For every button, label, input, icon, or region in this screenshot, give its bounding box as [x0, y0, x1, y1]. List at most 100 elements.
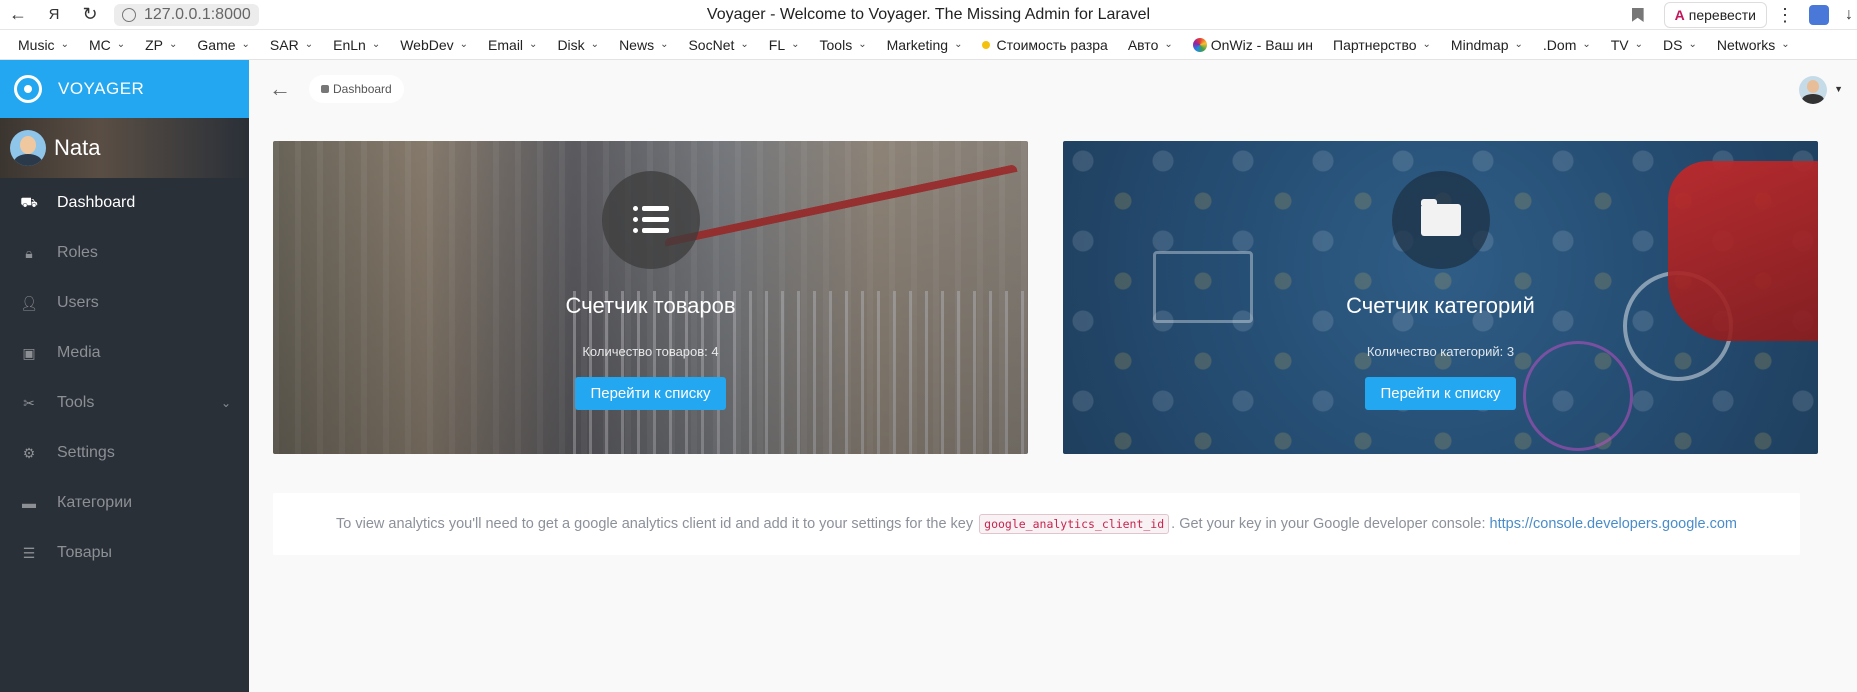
bookmark-label: TV — [1610, 36, 1629, 53]
sidebar-toggle-icon[interactable]: ← — [269, 76, 291, 102]
bookmark-label: Game — [197, 36, 236, 53]
widget-icon-circle — [601, 171, 700, 269]
sidebar-item-settings[interactable]: ⚙ Settings — [0, 428, 249, 478]
dashboard-icon — [321, 85, 329, 93]
bookmark-label: Авто — [1127, 36, 1159, 53]
list-icon: ☰ — [22, 544, 36, 561]
bookmark-label: OnWiz - Ваш ин — [1210, 36, 1313, 53]
chevron-down-icon: ⌄ — [1582, 39, 1591, 50]
analytics-key: google_analytics_client_id — [979, 514, 1170, 534]
chevron-down-icon: ⌄ — [1688, 39, 1697, 50]
chevron-down-icon: ⌄ — [304, 39, 314, 50]
bookmark-item[interactable]: SocNet ⌄ — [688, 37, 748, 53]
bookmark-item[interactable]: Music ⌄ — [18, 37, 69, 53]
chevron-down-icon: ⌄ — [858, 39, 867, 50]
breadcrumb-label: Dashboard — [333, 82, 392, 96]
bookmark-item[interactable]: Game ⌄ — [197, 37, 250, 53]
translate-label: перевести — [1688, 7, 1756, 23]
sidebar-item-label: Roles — [57, 244, 98, 261]
page-title: Voyager - Welcome to Voyager. The Missin… — [706, 6, 1151, 23]
sidebar-item-label: Товары — [57, 544, 113, 561]
bookmark-item[interactable]: Disk ⌄ — [557, 37, 599, 53]
bookmark-item[interactable]: EnLn ⌄ — [333, 37, 380, 53]
sidebar-item-roles[interactable]: 🔒︎ Roles — [0, 228, 249, 278]
browser-toolbar: ← Я ↻ 127.0.0.1:8000 Voyager - Welcome t… — [0, 0, 1857, 30]
bookmark-item[interactable]: Marketing ⌄ — [887, 37, 963, 53]
chevron-down-icon: ⌄ — [529, 39, 538, 50]
widget-title: Счетчик категорий — [1346, 293, 1535, 318]
bookmark-item[interactable]: Tools ⌄ — [820, 37, 867, 53]
bookmark-item[interactable]: FL ⌄ — [769, 37, 800, 53]
bookmarks-bar: Music ⌄ MC ⌄ ZP ⌄ Game ⌄ SAR ⌄ EnLn ⌄ WebDev ⌄ Email ⌄ D… — [0, 30, 1857, 60]
image-icon: ▣ — [22, 344, 36, 361]
chevron-down-icon: ⌄ — [791, 39, 800, 50]
folder-icon: ▬ — [22, 495, 36, 511]
products-widget: Счетчик товаров Количество товаров: 4 Пе… — [273, 141, 1028, 454]
translate-icon: A — [1674, 7, 1685, 23]
products-list-button[interactable]: Перейти к списку — [575, 377, 726, 410]
bookmark-label: EnLn — [333, 36, 366, 53]
bookmark-item[interactable]: Стоимость разра — [982, 37, 1108, 53]
bookmark-item[interactable]: MC ⌄ — [89, 37, 125, 53]
sidebar-item-dashboard[interactable]: ⛟ Dashboard — [0, 178, 249, 228]
site-info-icon[interactable] — [122, 7, 136, 22]
bookmark-label: Networks — [1716, 36, 1776, 53]
back-icon[interactable]: ← — [0, 0, 36, 30]
sidebar-item-products[interactable]: ☰ Товары — [0, 528, 249, 578]
topbar: ← Dashboard ▼ — [249, 60, 1857, 118]
avatar — [10, 130, 46, 166]
bookmark-item[interactable]: SAR ⌄ — [270, 37, 313, 53]
chevron-down-icon: ⌄ — [169, 39, 178, 50]
bookmark-item[interactable]: TV ⌄ — [1611, 37, 1643, 53]
bookmark-label: MC — [88, 36, 111, 53]
brand[interactable]: VOYAGER — [0, 60, 249, 118]
bookmark-item[interactable]: Networks ⌄ — [1717, 37, 1790, 53]
bookmark-item[interactable]: Email ⌄ — [488, 37, 537, 53]
bookmark-item[interactable]: .Dom ⌄ — [1543, 37, 1591, 53]
main-content: ← Dashboard ▼ Счетчик товаров Количество… — [249, 60, 1857, 692]
translate-button[interactable]: A перевести — [1663, 2, 1767, 28]
extension-icon[interactable] — [1809, 5, 1829, 25]
analytics-text-after: . Get your key in your Google developer … — [1171, 516, 1486, 532]
chevron-down-icon: ⌄ — [1164, 39, 1173, 50]
bookmark-item[interactable]: ZP ⌄ — [145, 37, 177, 53]
bookmark-label: Партнерство — [1333, 36, 1417, 53]
bookmark-icon[interactable] — [1631, 8, 1644, 22]
bookmark-label: SAR — [269, 36, 299, 53]
bookmark-item[interactable]: OnWiz - Ваш ин — [1192, 36, 1313, 53]
bookmark-item[interactable]: News ⌄ — [619, 37, 668, 53]
address-bar[interactable]: 127.0.0.1:8000 — [114, 3, 259, 26]
user-panel[interactable]: Nata — [0, 118, 249, 178]
categories-list-button[interactable]: Перейти к списку — [1365, 377, 1516, 410]
caret-down-icon[interactable]: ▼ — [1834, 84, 1843, 94]
chevron-down-icon: ⌄ — [60, 39, 69, 50]
bookmark-item[interactable]: Авто ⌄ — [1128, 37, 1173, 53]
more-icon[interactable]: ⋮ — [1775, 5, 1795, 26]
chevron-down-icon: ⌄ — [590, 39, 600, 50]
voyager-logo-icon — [14, 75, 42, 103]
folder-icon — [1420, 199, 1461, 236]
sidebar: VOYAGER Nata ⛟ Dashboard 🔒︎ Roles 👤︎ Users ▣ Me… — [0, 60, 249, 692]
bookmark-item[interactable]: Mindmap ⌄ — [1451, 37, 1523, 53]
sidebar-item-tools[interactable]: ✂ Tools ⌄ — [0, 378, 249, 428]
profile-avatar[interactable] — [1799, 76, 1827, 104]
list-icon — [632, 206, 669, 234]
favicon-icon — [982, 40, 991, 49]
bookmark-item[interactable]: Партнерство ⌄ — [1333, 37, 1431, 53]
developer-console-link[interactable]: https://console.developers.google.com — [1490, 516, 1737, 532]
yandex-icon[interactable]: Я — [36, 0, 72, 30]
sidebar-item-categories[interactable]: ▬ Категории — [0, 478, 249, 528]
chevron-down-icon: ⌄ — [459, 39, 469, 50]
bookmark-label: FL — [768, 36, 786, 53]
bookmark-item[interactable]: WebDev ⌄ — [400, 37, 468, 53]
sidebar-item-users[interactable]: 👤︎ Users — [0, 278, 249, 328]
bookmark-item[interactable]: DS ⌄ — [1663, 37, 1697, 53]
breadcrumb[interactable]: Dashboard — [309, 75, 404, 103]
reload-icon[interactable]: ↻ — [72, 0, 108, 30]
bookmark-label: WebDev — [400, 36, 454, 53]
widget-title: Счетчик товаров — [565, 293, 736, 318]
download-icon[interactable]: ↓ — [1845, 6, 1853, 24]
chevron-down-icon: ⌄ — [371, 39, 381, 50]
widgets: Счетчик товаров Количество товаров: 4 Пе… — [273, 141, 1818, 454]
sidebar-item-media[interactable]: ▣ Media — [0, 328, 249, 378]
